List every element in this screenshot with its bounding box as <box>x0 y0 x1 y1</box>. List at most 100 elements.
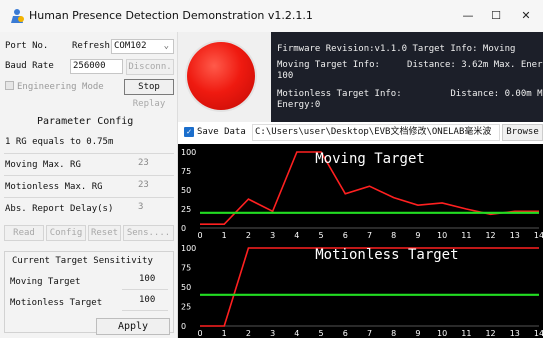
x-tick-label: 7 <box>367 231 372 240</box>
moving-max-rg-value[interactable]: 23 <box>138 158 149 168</box>
x-tick-label: 12 <box>485 329 495 338</box>
save-data-label: Save Data <box>197 127 246 137</box>
save-data-checkbox[interactable]: ✓ <box>184 127 194 137</box>
x-tick-label: 13 <box>510 329 520 338</box>
divider <box>4 175 174 176</box>
x-tick-label: 5 <box>319 329 324 338</box>
y-tick-label: 25 <box>181 205 191 214</box>
detection-indicator-light <box>187 42 255 110</box>
checkbox-icon <box>5 81 14 90</box>
divider <box>4 197 174 198</box>
y-tick-label: 75 <box>181 167 191 176</box>
refresh-button[interactable]: Refresh <box>72 41 110 51</box>
motionless-max-rg-label: Motionless Max. RG <box>5 182 103 192</box>
replay-button[interactable]: Replay <box>124 97 174 113</box>
moving-target-value[interactable]: 100 <box>139 274 155 284</box>
x-tick-label: 9 <box>415 329 420 338</box>
x-tick-label: 6 <box>343 329 348 338</box>
disconnect-button[interactable]: Disconn. <box>126 59 174 75</box>
motionless-target-chart: 0 25 50 75 100 0 1 2 3 4 5 6 7 8 9 10 11 12 13 14 Motionless… <box>178 240 543 338</box>
baud-label: Baud Rate <box>5 61 54 71</box>
control-panel: Port No. Refresh COM102 ⌄ Baud Rate 2560… <box>0 32 178 338</box>
y-tick-label: 0 <box>181 322 186 331</box>
x-tick-label: 14 <box>534 231 543 240</box>
y-tick-label: 25 <box>181 303 191 312</box>
sensitivity-title: Current Target Sensitivity <box>12 256 153 266</box>
x-tick-label: 10 <box>437 231 447 240</box>
x-tick-label: 1 <box>222 329 227 338</box>
x-tick-label: 6 <box>343 231 348 240</box>
x-tick-label: 1 <box>222 231 227 240</box>
y-tick-label: 75 <box>181 264 191 273</box>
divider <box>122 289 168 290</box>
motionless-target-value[interactable]: 100 <box>139 295 155 305</box>
engineering-mode-label: Engineering Mode <box>17 82 104 92</box>
moving-info-line-2: 100 <box>277 71 294 81</box>
reset-button[interactable]: Reset <box>88 225 121 241</box>
x-tick-label: 4 <box>294 329 299 338</box>
status-indicator-panel <box>178 32 271 122</box>
save-data-row: ✓ Save Data C:\Users\user\Desktop\EVB文档修… <box>178 122 543 144</box>
report-delay-value[interactable]: 3 <box>138 202 143 212</box>
browse-button[interactable]: Browse <box>502 124 543 141</box>
motionless-target-label: Motionless Target <box>10 298 103 308</box>
x-tick-label: 14 <box>534 329 543 338</box>
close-button[interactable]: ✕ <box>512 6 540 26</box>
y-tick-label: 100 <box>181 148 196 157</box>
report-delay-label: Abs. Report Delay(s) <box>5 204 114 214</box>
apply-button[interactable]: Apply <box>96 318 170 335</box>
baud-input[interactable]: 256000 <box>70 59 123 74</box>
port-label: Port No. <box>5 41 49 51</box>
status-console: Firmware Revision:v1.1.0 Target Info: Mo… <box>271 32 543 122</box>
stop-button[interactable]: Stop <box>124 79 174 95</box>
y-tick-label: 0 <box>181 224 186 233</box>
chart-canvas: 02550751000 1 2 3 4 5 6 7 8 9 10 11 12 13 14Moving Tar… <box>181 148 543 240</box>
x-tick-label: 5 <box>319 231 324 240</box>
config-button[interactable]: Config <box>46 225 86 241</box>
port-value: COM102 <box>114 41 147 51</box>
firmware-line: Firmware Revision:v1.1.0 Target Info: Mo… <box>277 44 516 54</box>
x-tick-label: 2 <box>246 231 251 240</box>
x-tick-label: 10 <box>437 329 447 338</box>
sensitivity-button[interactable]: Sens.... <box>123 225 174 241</box>
x-tick-label: 8 <box>391 231 396 240</box>
y-tick-label: 50 <box>181 283 191 292</box>
x-tick-label: 8 <box>391 329 396 338</box>
moving-info-line: Moving Target Info: Distance: 3.62m Max.… <box>277 60 543 70</box>
motionless-info-line: Motionless Target Info: Distance: 0.00m … <box>277 89 543 99</box>
x-tick-label: 2 <box>246 329 251 338</box>
chart-canvas: 02550751000 1 2 3 4 5 6 7 8 9 10 11 12 13 14Motionless… <box>181 244 543 338</box>
y-tick-label: 100 <box>181 244 196 253</box>
parameter-config-title: Parameter Config <box>37 116 134 127</box>
save-path-input[interactable]: C:\Users\user\Desktop\EVB文档修改\ONELAB毫米波 <box>252 124 500 141</box>
x-tick-label: 7 <box>367 329 372 338</box>
x-tick-label: 0 <box>197 329 202 338</box>
y-tick-label: 50 <box>181 186 191 195</box>
x-tick-label: 13 <box>510 231 520 240</box>
x-tick-label: 3 <box>270 329 275 338</box>
chart-title: Moving Target <box>315 151 425 167</box>
read-button[interactable]: Read <box>4 225 44 241</box>
x-tick-label: 9 <box>415 231 420 240</box>
moving-target-chart: 0 25 50 75 100 0 1 2 3 4 5 6 7 8 9 10 11 12 13 14 Moving Tar… <box>178 144 543 240</box>
x-tick-label: 12 <box>485 231 495 240</box>
divider <box>4 153 174 154</box>
x-tick-label: 11 <box>461 231 471 240</box>
x-tick-label: 0 <box>197 231 202 240</box>
motionless-max-rg-value[interactable]: 23 <box>138 180 149 190</box>
title-bar: Human Presence Detection Demonstration v… <box>0 0 543 32</box>
rg-note: 1 RG equals to 0.75m <box>5 137 114 147</box>
moving-max-rg-label: Moving Max. RG <box>5 160 81 170</box>
chevron-down-icon: ⌄ <box>163 41 169 51</box>
minimize-button[interactable]: — <box>454 6 482 26</box>
maximize-button[interactable]: ☐ <box>482 6 510 26</box>
x-tick-label: 4 <box>294 231 299 240</box>
motionless-info-line-2: Energy:0 <box>277 100 321 110</box>
chart-title: Motionless Target <box>315 247 458 263</box>
divider <box>122 310 168 311</box>
moving-target-label: Moving Target <box>10 277 81 287</box>
port-select[interactable]: COM102 ⌄ <box>111 39 174 54</box>
x-tick-label: 11 <box>461 329 471 338</box>
engineering-mode-checkbox[interactable]: Engineering Mode <box>5 81 104 92</box>
x-tick-label: 3 <box>270 231 275 240</box>
